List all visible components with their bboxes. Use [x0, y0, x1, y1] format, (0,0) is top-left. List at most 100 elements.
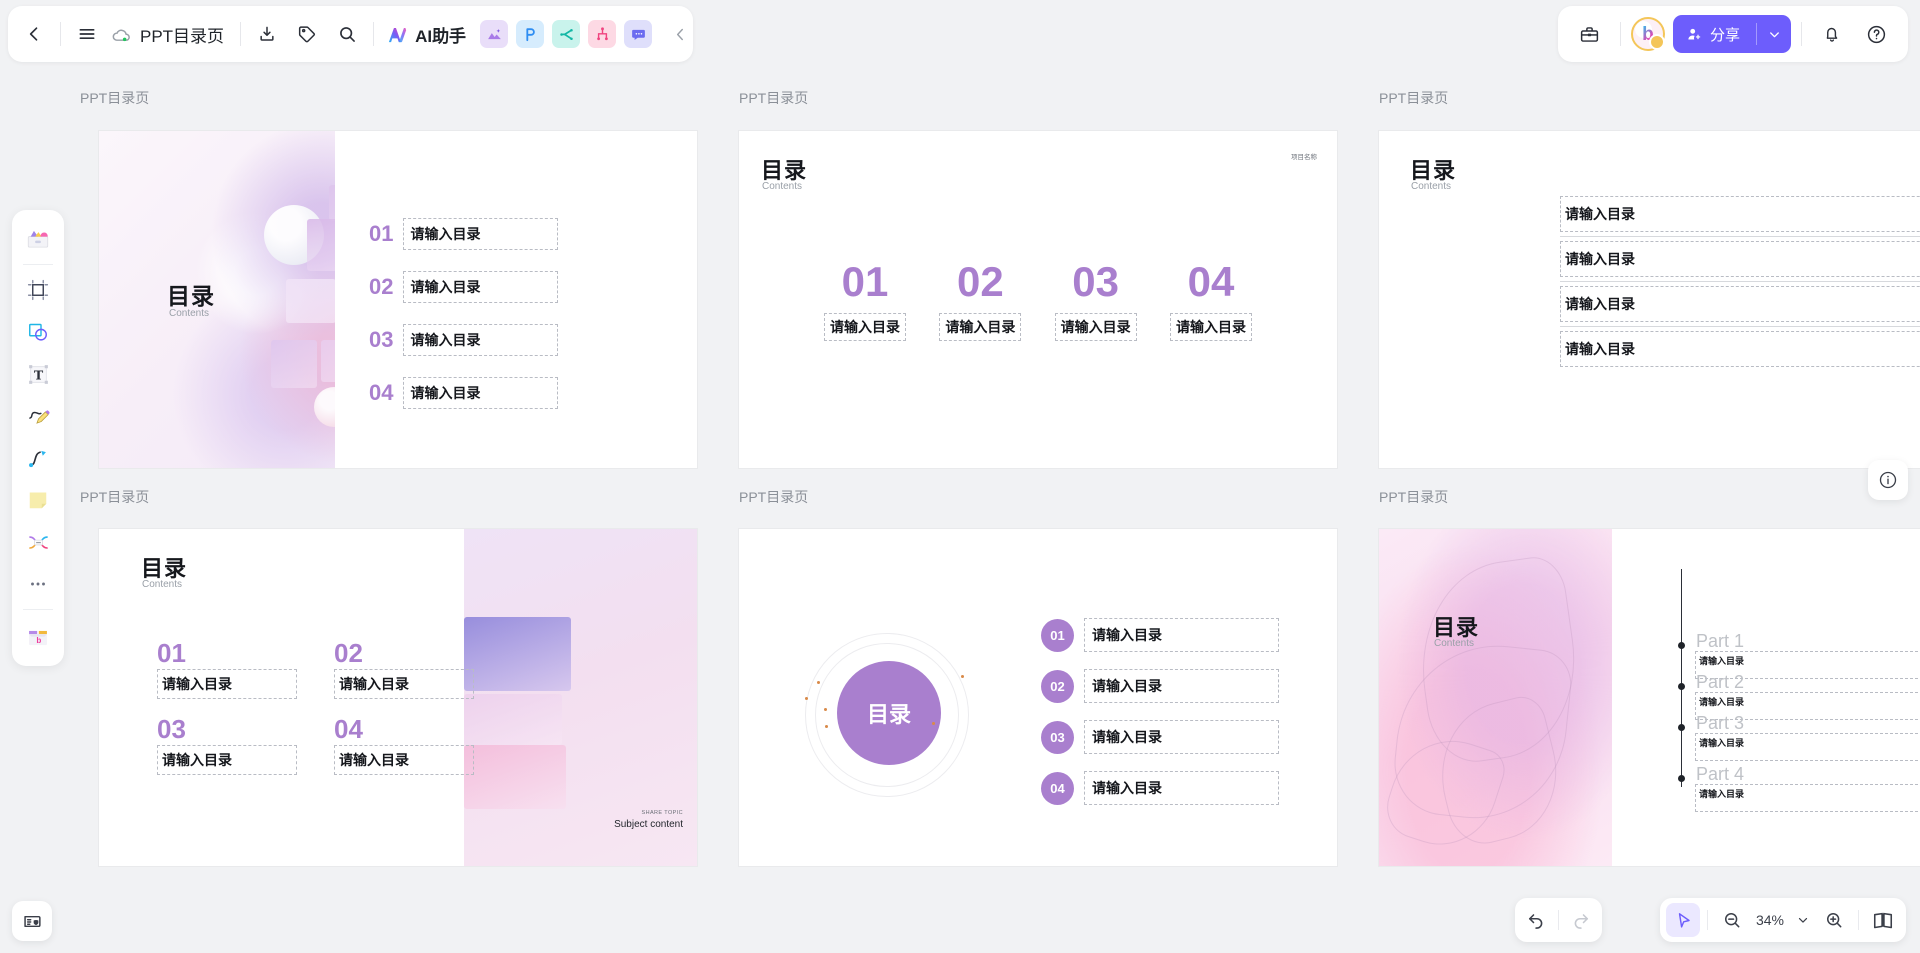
- ai-assistant-button[interactable]: AI助手: [380, 14, 476, 54]
- slide-4-item-3-text[interactable]: 请输入目录: [157, 745, 297, 775]
- top-toolbar-right[interactable]: b 分享: [1558, 6, 1908, 62]
- chevron-down-icon[interactable]: [1757, 15, 1791, 53]
- undo-button[interactable]: [1519, 903, 1553, 937]
- slide-2-item-3[interactable]: 03 请输入目录: [1046, 261, 1146, 341]
- sidebar-item-shape[interactable]: [18, 311, 58, 353]
- slide-1-item-1[interactable]: 01 请输入目录: [369, 218, 558, 250]
- slide-5-item-4-number: 04: [1041, 772, 1074, 805]
- mindmap-icon[interactable]: [588, 20, 616, 48]
- slide-1-item-2[interactable]: 02 请输入目录: [369, 271, 558, 303]
- notes-panel-button[interactable]: [12, 901, 52, 941]
- slide-1-item-1-text[interactable]: 请输入目录: [403, 218, 558, 250]
- flowchart-icon[interactable]: [552, 20, 580, 48]
- avatar[interactable]: b: [1631, 17, 1665, 51]
- slide-5-item-3[interactable]: 03 请输入目录: [1041, 720, 1279, 754]
- slide-5-item-2-text[interactable]: 请输入目录: [1084, 669, 1279, 703]
- slide-6-part-3: Part 3: [1696, 713, 1744, 734]
- sidebar-item-text[interactable]: T: [18, 353, 58, 395]
- slide-1-item-3[interactable]: 03 请输入目录: [369, 324, 558, 356]
- sidebar-item-frame[interactable]: [18, 269, 58, 311]
- slide-5-item-1[interactable]: 01 请输入目录: [1041, 618, 1279, 652]
- slide-3-item-2[interactable]: 请输入目录: [1560, 241, 1920, 286]
- slide-4-item-1[interactable]: 01 请输入目录: [157, 640, 297, 699]
- download-button[interactable]: [247, 14, 287, 54]
- slide-2-item-3-text[interactable]: 请输入目录: [1055, 313, 1137, 341]
- slide-3-item-4-text[interactable]: 请输入目录: [1560, 331, 1920, 367]
- notification-bell-icon[interactable]: [1812, 14, 1852, 54]
- slide-2-item-1-text[interactable]: 请输入目录: [824, 313, 906, 341]
- share-button-main[interactable]: 分享: [1673, 15, 1756, 53]
- slide-5-item-2[interactable]: 02 请输入目录: [1041, 669, 1279, 703]
- slide-3-item-1-text[interactable]: 请输入目录: [1560, 196, 1920, 232]
- slide-2[interactable]: 目录 Contents 项目名称 01 请输入目录 02 请输入目录 03 请输…: [739, 131, 1337, 468]
- zoom-dropdown-chevron-icon[interactable]: [1791, 903, 1815, 937]
- slide-4-item-1-text[interactable]: 请输入目录: [157, 669, 297, 699]
- sidebar-item-sticky-note[interactable]: [18, 479, 58, 521]
- slide-5[interactable]: 目录 01 请输入目录 02 请输入目录 03 请输入目录 04: [739, 529, 1337, 866]
- slide-6-item-4-text[interactable]: 请输入目录: [1695, 784, 1920, 812]
- presentation-p-icon[interactable]: [516, 20, 544, 48]
- toolbox-icon[interactable]: [1570, 14, 1610, 54]
- sidebar-item-curve[interactable]: [18, 437, 58, 479]
- slide-4-item-3[interactable]: 03 请输入目录: [157, 716, 297, 775]
- slide-4-item-2-text[interactable]: 请输入目录: [334, 669, 474, 699]
- sidebar-item-more[interactable]: [18, 563, 58, 605]
- slide-3-item-3[interactable]: 请输入目录: [1560, 286, 1920, 331]
- slide-3-item-1[interactable]: 请输入目录: [1560, 196, 1920, 241]
- slide-1-item-4[interactable]: 04 请输入目录: [369, 377, 558, 409]
- slide-1-item-2-text[interactable]: 请输入目录: [403, 271, 558, 303]
- menu-button[interactable]: [67, 14, 107, 54]
- back-button[interactable]: [14, 14, 54, 54]
- document-title[interactable]: PPT目录页: [107, 14, 234, 54]
- select-tool-button[interactable]: [1666, 903, 1700, 937]
- slide-3-item-2-text[interactable]: 请输入目录: [1560, 241, 1920, 277]
- slide-3-item-4[interactable]: 请输入目录: [1560, 331, 1920, 376]
- canvas-area[interactable]: PPT目录页 目录 Contents 01 请输入目录: [0, 0, 1920, 953]
- top-toolbar-left[interactable]: PPT目录页 AI助手: [8, 6, 693, 62]
- slide-label-4: PPT目录页: [80, 487, 149, 507]
- slide-2-item-1[interactable]: 01 请输入目录: [815, 261, 915, 341]
- zoom-out-button[interactable]: [1715, 903, 1749, 937]
- left-tool-dock[interactable]: T: [12, 210, 64, 666]
- slide-5-item-1-text[interactable]: 请输入目录: [1084, 618, 1279, 652]
- sidebar-item-pen[interactable]: [18, 395, 58, 437]
- slide-3-item-3-text[interactable]: 请输入目录: [1560, 286, 1920, 322]
- slide-5-item-4-text[interactable]: 请输入目录: [1084, 771, 1279, 805]
- slide-1-item-3-text[interactable]: 请输入目录: [403, 324, 558, 356]
- zoom-level-value[interactable]: 34%: [1751, 912, 1789, 928]
- slide-2-item-4[interactable]: 04 请输入目录: [1161, 261, 1261, 341]
- zoom-toolbar[interactable]: 34%: [1660, 898, 1906, 942]
- slide-4-item-2[interactable]: 02 请输入目录: [334, 640, 474, 699]
- presentation-mode-button[interactable]: [1866, 903, 1900, 937]
- history-toolbar[interactable]: [1515, 898, 1602, 942]
- slide-4[interactable]: SHARE TOPIC Subject content 目录 Contents …: [99, 529, 697, 866]
- zoom-in-button[interactable]: [1817, 903, 1851, 937]
- slide-2-item-2[interactable]: 02 请输入目录: [930, 261, 1030, 341]
- redo-button[interactable]: [1564, 903, 1598, 937]
- sidebar-item-templates[interactable]: [18, 218, 58, 260]
- slide-5-item-2-number: 02: [1041, 670, 1074, 703]
- slide-2-item-4-text[interactable]: 请输入目录: [1170, 313, 1252, 341]
- svg-text:b: b: [36, 636, 41, 645]
- image-icon[interactable]: [480, 20, 508, 48]
- comment-icon[interactable]: [624, 20, 652, 48]
- slide-3[interactable]: 目录 Contents 请输入目录 请输入目录 请输入目录 请输入目录: [1379, 131, 1920, 468]
- help-icon[interactable]: [1856, 14, 1896, 54]
- share-button-label: 分享: [1710, 24, 1740, 45]
- share-button[interactable]: 分享: [1673, 15, 1791, 53]
- slide-1-item-4-text[interactable]: 请输入目录: [403, 377, 558, 409]
- search-button[interactable]: [327, 14, 367, 54]
- slide-6-item-3-text[interactable]: 请输入目录: [1695, 733, 1920, 761]
- info-button[interactable]: [1868, 460, 1908, 500]
- slide-5-item-4[interactable]: 04 请输入目录: [1041, 771, 1279, 805]
- sidebar-item-resources[interactable]: b: [18, 614, 58, 656]
- collapse-toolbar-button[interactable]: [660, 14, 700, 54]
- sidebar-item-mindmap[interactable]: [18, 521, 58, 563]
- tag-button[interactable]: [287, 14, 327, 54]
- slide-1[interactable]: 目录 Contents 01 请输入目录 02 请输入目录 03 请输入目录 0…: [99, 131, 697, 468]
- slide-5-item-3-text[interactable]: 请输入目录: [1084, 720, 1279, 754]
- slide-2-item-2-text[interactable]: 请输入目录: [939, 313, 1021, 341]
- slide-4-item-4[interactable]: 04 请输入目录: [334, 716, 474, 775]
- slide-6[interactable]: 目录 Contents Part 1 请输入目录 Part 2 请输入目录 Pa…: [1379, 529, 1920, 866]
- slide-4-item-4-text[interactable]: 请输入目录: [334, 745, 474, 775]
